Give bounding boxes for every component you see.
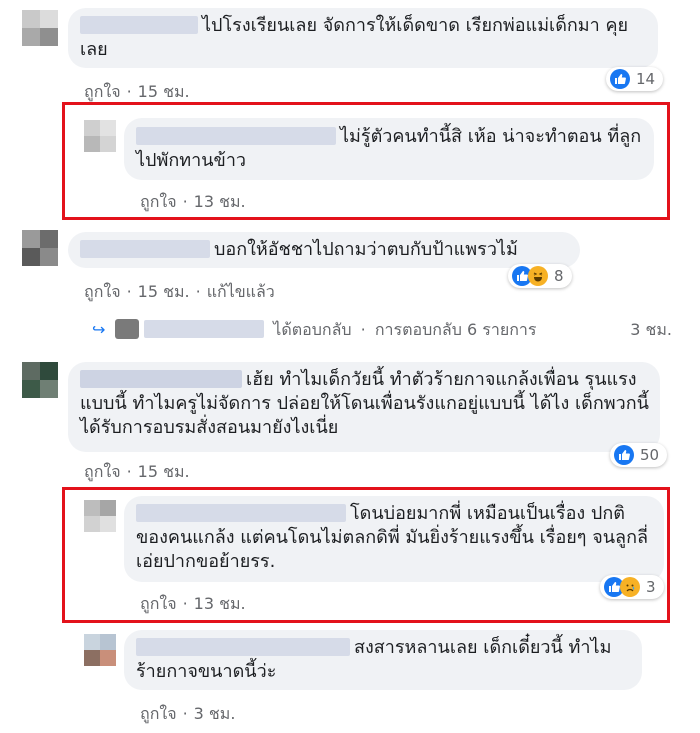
avatar[interactable] — [22, 230, 58, 266]
reply-count: การตอบกลับ 6 รายการ — [374, 320, 537, 339]
timestamp[interactable]: 15 ชม. — [138, 462, 190, 481]
comment-bubble: บอกให้อัชชาไปถามว่าตบกับป้าแพรวไม้ — [68, 232, 580, 268]
edited-label: แก้ไขแล้ว — [206, 282, 275, 301]
avatar[interactable] — [22, 10, 58, 46]
sad-icon — [620, 577, 640, 597]
avatar[interactable] — [84, 634, 116, 666]
timestamp[interactable]: 15 ชม. — [138, 282, 190, 301]
comment-bubble: สงสารหลานเลย เด็กเดี๋ยวนี้ ทำไมร้ายกาจขน… — [124, 630, 642, 690]
comment-meta: ถูกใจ · 13 ชม. — [140, 192, 246, 211]
haha-icon — [528, 266, 548, 286]
reaction-summary[interactable]: 50 — [610, 443, 668, 467]
reply-time: 3 ชม. — [630, 320, 672, 339]
reaction-count: 14 — [636, 70, 656, 88]
timestamp[interactable]: 3 ชม. — [194, 704, 236, 723]
avatar[interactable] — [22, 362, 58, 398]
like-icon — [614, 445, 634, 465]
comment-bubble: ไปโรงเรียนเลย จัดการให้เด็ดขาด เรียกพ่อแ… — [68, 8, 658, 68]
blurred-name[interactable] — [80, 240, 210, 258]
timestamp[interactable]: 13 ชม. — [194, 192, 246, 211]
separator: · — [360, 320, 366, 339]
blurred-name — [144, 320, 265, 338]
like-link[interactable]: ถูกใจ — [140, 594, 177, 613]
timestamp[interactable]: 13 ชม. — [194, 594, 246, 613]
reaction-count: 8 — [554, 267, 564, 285]
blurred-avatar — [115, 319, 140, 339]
reaction-summary[interactable]: 3 — [600, 575, 664, 599]
like-link[interactable]: ถูกใจ — [140, 192, 177, 211]
view-replies-link[interactable]: ↪ ได้ตอบกลับ · การตอบกลับ 6 รายการ 3 ชม. — [92, 318, 680, 343]
like-icon — [610, 69, 630, 89]
blurred-name[interactable] — [80, 16, 198, 34]
reaction-count: 3 — [646, 578, 656, 596]
blurred-name[interactable] — [80, 370, 242, 388]
comment-meta: ถูกใจ · 15 ชม. · แก้ไขแล้ว — [84, 282, 275, 301]
comment-meta: ถูกใจ · 15 ชม. — [84, 462, 190, 481]
avatar[interactable] — [84, 120, 116, 152]
comment-bubble: ไม่รู้ตัวคนทำนี้สิ เห้อ น่าจะทำตอน ที่ลู… — [124, 118, 654, 180]
reaction-count: 50 — [640, 446, 660, 464]
comment-bubble: เฮ้ย ทำไมเด็กวัยนี้ ทำตัวร้ายกาจแกล้งเพื… — [68, 362, 660, 452]
blurred-name[interactable] — [136, 638, 350, 656]
timestamp[interactable]: 15 ชม. — [138, 82, 190, 101]
reply-arrow-icon: ↪ — [92, 320, 106, 339]
like-link[interactable]: ถูกใจ — [84, 82, 121, 101]
blurred-name[interactable] — [136, 504, 346, 522]
comment-meta: ถูกใจ · 13 ชม. — [140, 594, 246, 613]
replied-text: ได้ตอบกลับ — [273, 320, 352, 339]
comment-bubble: โดนบ่อยมากพี่ เหมือนเป็นเรื่อง ปกติของคน… — [124, 496, 664, 582]
like-link[interactable]: ถูกใจ — [84, 282, 121, 301]
avatar[interactable] — [84, 500, 116, 532]
blurred-name[interactable] — [136, 127, 336, 145]
reaction-summary[interactable]: 8 — [508, 264, 572, 288]
like-link[interactable]: ถูกใจ — [84, 462, 121, 481]
comment-meta: ถูกใจ · 3 ชม. — [140, 704, 236, 723]
reaction-summary[interactable]: 14 — [606, 67, 664, 91]
like-link[interactable]: ถูกใจ — [140, 704, 177, 723]
comment-text: บอกให้อัชชาไปถามว่าตบกับป้าแพรวไม้ — [214, 239, 518, 260]
